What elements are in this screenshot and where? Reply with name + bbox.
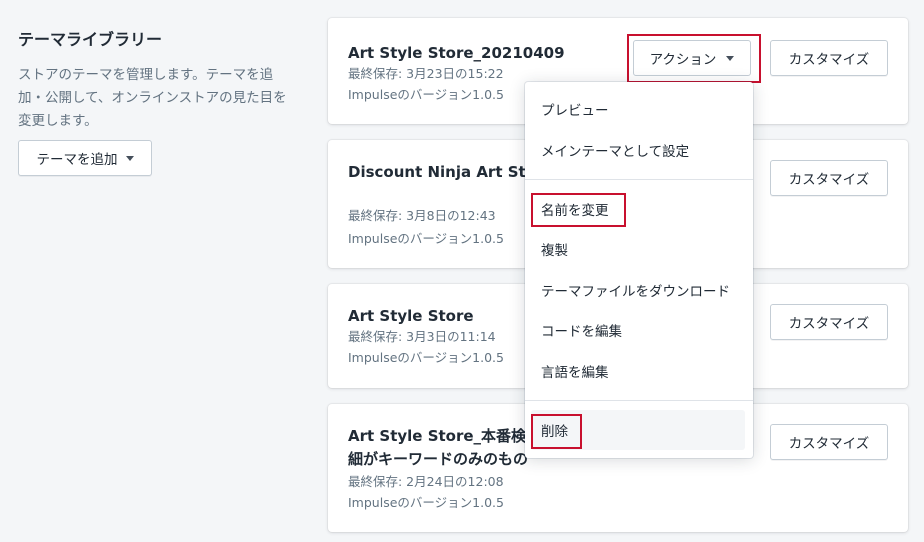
customize-label: カスタマイズ xyxy=(788,436,870,452)
theme-name: Discount Ninja Art Style xyxy=(348,163,551,181)
menu-item-duplicate[interactable]: 複製 xyxy=(525,229,753,269)
add-theme-label: テーマを追加 xyxy=(36,152,118,168)
theme-version: Impulseのバージョン1.0.5 xyxy=(348,495,504,510)
theme-library-page: テーマライブラリー ストアのテーマを管理します。テーマを追加・公開して、オンライ… xyxy=(0,0,924,542)
menu-divider xyxy=(525,179,753,180)
theme-saved: 最終保存: 2月24日の12:08 xyxy=(348,474,504,489)
theme-saved: 最終保存: 3月8日の12:43 xyxy=(348,208,496,223)
menu-item-preview[interactable]: プレビュー xyxy=(525,89,753,129)
menu-item-edit-code[interactable]: コードを編集 xyxy=(525,310,753,350)
add-theme-button[interactable]: テーマを追加 xyxy=(18,140,152,176)
menu-item-publish[interactable]: メインテーマとして設定 xyxy=(525,130,753,170)
menu-item-rename[interactable]: 名前を変更 xyxy=(525,189,753,229)
customize-label: カスタマイズ xyxy=(788,316,870,332)
customize-label: カスタマイズ xyxy=(788,52,870,68)
theme-version: Impulseのバージョン1.0.5 xyxy=(348,231,504,246)
theme-saved: 最終保存: 3月23日の15:22 xyxy=(348,66,504,81)
customize-button[interactable]: カスタマイズ xyxy=(770,40,888,76)
theme-version: Impulseのバージョン1.0.5 xyxy=(348,87,504,102)
menu-divider xyxy=(525,400,753,401)
menu-item-edit-language[interactable]: 言語を編集 xyxy=(525,351,753,391)
menu-item-delete[interactable]: 削除 xyxy=(531,410,745,450)
actions-button[interactable]: アクション xyxy=(633,40,751,76)
actions-label: アクション xyxy=(649,52,717,68)
menu-item-download[interactable]: テーマファイルをダウンロード xyxy=(525,270,753,310)
library-description: ストアのテーマを管理します。テーマを追加・公開して、オンラインストアの見た目を変… xyxy=(18,67,287,129)
customize-label: カスタマイズ xyxy=(788,172,870,188)
theme-saved: 最終保存: 3月3日の11:14 xyxy=(348,329,496,344)
customize-button[interactable]: カスタマイズ xyxy=(770,424,888,460)
actions-dropdown-menu: プレビュー メインテーマとして設定 名前を変更 複製 テーマファイルをダウンロー… xyxy=(525,82,753,458)
theme-name-line1: Art Style Store_本番検証 xyxy=(348,427,542,445)
customize-button[interactable]: カスタマイズ xyxy=(770,304,888,340)
library-title: テーマライブラリー xyxy=(18,30,163,49)
theme-version: Impulseのバージョン1.0.5 xyxy=(348,350,504,365)
caret-down-icon xyxy=(125,155,134,161)
theme-name: Art Style Store_20210409 xyxy=(348,44,565,62)
caret-down-icon xyxy=(726,55,735,61)
customize-button[interactable]: カスタマイズ xyxy=(770,160,888,196)
theme-name: Art Style Store xyxy=(348,307,474,325)
theme-name-line2: 細がキーワードのみのもの xyxy=(348,450,529,468)
